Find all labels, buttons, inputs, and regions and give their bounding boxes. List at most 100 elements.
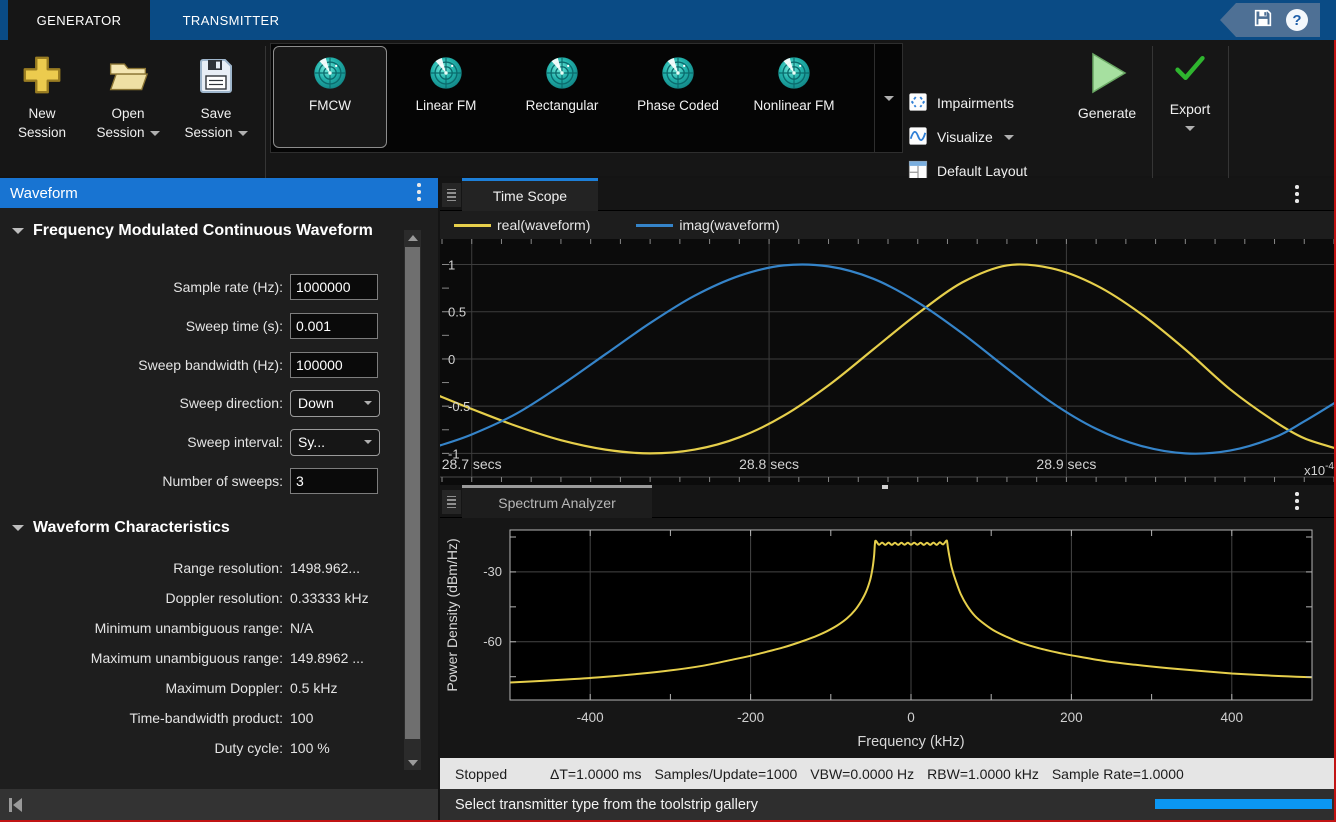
radar-icon — [543, 54, 581, 97]
app-window: GENERATOR TRANSMITTER ? New Session Open… — [0, 0, 1336, 822]
play-icon — [1084, 50, 1130, 101]
characteristic-row: Doppler resolution: 0.33333 kHz — [0, 583, 403, 613]
sweep-bandwidth-input[interactable] — [290, 352, 378, 378]
fmcw-section-header[interactable]: Frequency Modulated Continuous Waveform — [12, 222, 400, 240]
panel-menu-icon[interactable] — [414, 183, 424, 203]
waveform-panel: Waveform Frequency Modulated Continuous … — [0, 178, 438, 789]
sweep-time-label: Sweep time (s): — [0, 318, 283, 334]
gallery-item-label: Phase Coded — [637, 98, 719, 114]
max-unambiguous-range-value: 149.8962 ... — [290, 650, 364, 666]
waveform-gallery: FMCW Linear FM Rectangular Phase Coded — [270, 43, 903, 153]
panel-menu-icon[interactable] — [1292, 492, 1302, 512]
chevron-down-icon — [364, 401, 372, 405]
characteristic-row: Range resolution: 1498.962... — [0, 553, 403, 583]
characteristics-section-header[interactable]: Waveform Characteristics — [12, 519, 400, 537]
tab-spectrum-analyzer[interactable]: Spectrum Analyzer — [462, 485, 652, 518]
section-separator — [1152, 46, 1153, 192]
plus-icon — [20, 48, 64, 102]
drag-handle-icon[interactable] — [442, 490, 461, 514]
status-samples-update: Samples/Update=1000 — [654, 766, 797, 782]
min-unambiguous-range-value: N/A — [290, 620, 313, 636]
range-resolution-value: 1498.962... — [290, 560, 360, 576]
scroll-up-icon[interactable] — [404, 230, 421, 245]
export-label: Export — [1170, 101, 1210, 117]
save-session-label: Save Session — [184, 106, 232, 140]
tab-time-scope[interactable]: Time Scope — [462, 178, 598, 211]
new-session-button[interactable]: New Session — [2, 48, 82, 143]
gallery-item-rectangular[interactable]: Rectangular — [505, 46, 619, 148]
number-of-sweeps-label: Number of sweeps: — [0, 473, 283, 489]
floppy-icon — [196, 48, 236, 102]
new-session-label: New Session — [3, 105, 81, 143]
time-bandwidth-product-value: 100 — [290, 710, 313, 726]
duty-cycle-value: 100 % — [290, 740, 330, 756]
save-session-button[interactable]: Save Session — [176, 48, 256, 143]
sweep-time-input[interactable] — [290, 313, 378, 339]
select-value: Down — [298, 395, 334, 411]
spectrum-analyzer-panel: Spectrum Analyzer -400-2000200400-30-60F… — [440, 485, 1336, 789]
open-session-button[interactable]: Open Session — [88, 48, 168, 143]
sweep-interval-label: Sweep interval: — [0, 434, 283, 450]
scrollbar-thumb[interactable] — [405, 247, 420, 739]
generate-button[interactable]: Generate — [1064, 50, 1150, 121]
collapse-arrow-icon — [12, 525, 24, 531]
drag-handle-icon[interactable] — [442, 183, 461, 207]
gallery-dropdown-button[interactable] — [874, 44, 902, 152]
max-doppler-value: 0.5 kHz — [290, 680, 337, 696]
visualize-button[interactable]: Visualize — [908, 120, 1027, 154]
visualize-icon — [908, 126, 928, 149]
sweep-interval-select[interactable]: Sy... — [290, 429, 380, 456]
time-scope-plot: 10.50-0.5-128.7 secs28.8 secs28.9 secsx1… — [440, 239, 1336, 485]
impairments-icon — [908, 92, 928, 115]
number-of-sweeps-input[interactable] — [290, 468, 378, 494]
min-unambiguous-range-label: Minimum unambiguous range: — [0, 620, 283, 636]
scroll-down-icon[interactable] — [404, 755, 421, 770]
sample-rate-input[interactable] — [290, 274, 378, 300]
svg-text:-30: -30 — [483, 564, 502, 579]
svg-text:-60: -60 — [483, 634, 502, 649]
svg-text:Power Density (dBm/Hz): Power Density (dBm/Hz) — [444, 538, 460, 691]
time-scope-panel: Time Scope real(waveform) imag(waveform)… — [440, 178, 1336, 485]
save-icon[interactable] — [1252, 7, 1274, 34]
chevron-down-icon — [1185, 126, 1195, 131]
panel-title: Waveform — [0, 185, 78, 202]
svg-text:28.8 secs: 28.8 secs — [739, 456, 799, 472]
svg-text:1: 1 — [448, 258, 455, 273]
spectrum-status-bar: Stopped ΔT=1.0000 ms Samples/Update=1000… — [440, 758, 1336, 789]
sweep-direction-label: Sweep direction: — [0, 395, 283, 411]
legend-swatch-real — [454, 224, 491, 227]
tab-generator[interactable]: GENERATOR — [8, 0, 150, 40]
characteristic-row: Minimum unambiguous range: N/A — [0, 613, 403, 643]
select-value: Sy... — [298, 434, 325, 450]
gallery-item-label: Nonlinear FM — [749, 98, 839, 114]
chevron-down-icon — [364, 440, 372, 444]
message-bar: Select transmitter type from the toolstr… — [440, 789, 1336, 820]
panel-menu-icon[interactable] — [1292, 185, 1302, 205]
status-state: Stopped — [455, 766, 537, 782]
range-resolution-label: Range resolution: — [0, 560, 283, 576]
gallery-item-fmcw[interactable]: FMCW — [273, 46, 387, 148]
svg-text:-0.5: -0.5 — [448, 399, 470, 414]
sample-rate-label: Sample rate (Hz): — [0, 279, 283, 295]
gallery-item-nonlinear-fm[interactable]: Nonlinear FM — [737, 46, 851, 148]
gallery-item-linear-fm[interactable]: Linear FM — [389, 46, 503, 148]
collapse-panel-icon[interactable] — [9, 798, 22, 812]
sweep-direction-select[interactable]: Down — [290, 390, 380, 417]
svg-text:200: 200 — [1060, 710, 1083, 725]
tab-transmitter[interactable]: TRANSMITTER — [150, 0, 312, 40]
help-icon[interactable]: ? — [1286, 9, 1308, 31]
characteristic-row: Duty cycle: 100 % — [0, 733, 403, 763]
export-button[interactable]: Export — [1156, 52, 1224, 131]
panel-scrollbar[interactable] — [404, 230, 421, 770]
gallery-item-phase-coded[interactable]: Phase Coded — [621, 46, 735, 148]
chevron-down-icon — [884, 96, 894, 101]
splitter-grip[interactable] — [882, 485, 888, 489]
chevron-down-icon — [150, 131, 160, 136]
svg-text:-200: -200 — [737, 710, 764, 725]
impairments-button[interactable]: Impairments — [908, 86, 1027, 120]
characteristic-row: Maximum unambiguous range: 149.8962 ... — [0, 643, 403, 673]
time-scope-legend: real(waveform) imag(waveform) — [440, 211, 1336, 239]
max-unambiguous-range-label: Maximum unambiguous range: — [0, 650, 283, 666]
status-rbw: RBW=1.0000 kHz — [927, 766, 1039, 782]
waveform-panel-header: Waveform — [0, 178, 438, 208]
